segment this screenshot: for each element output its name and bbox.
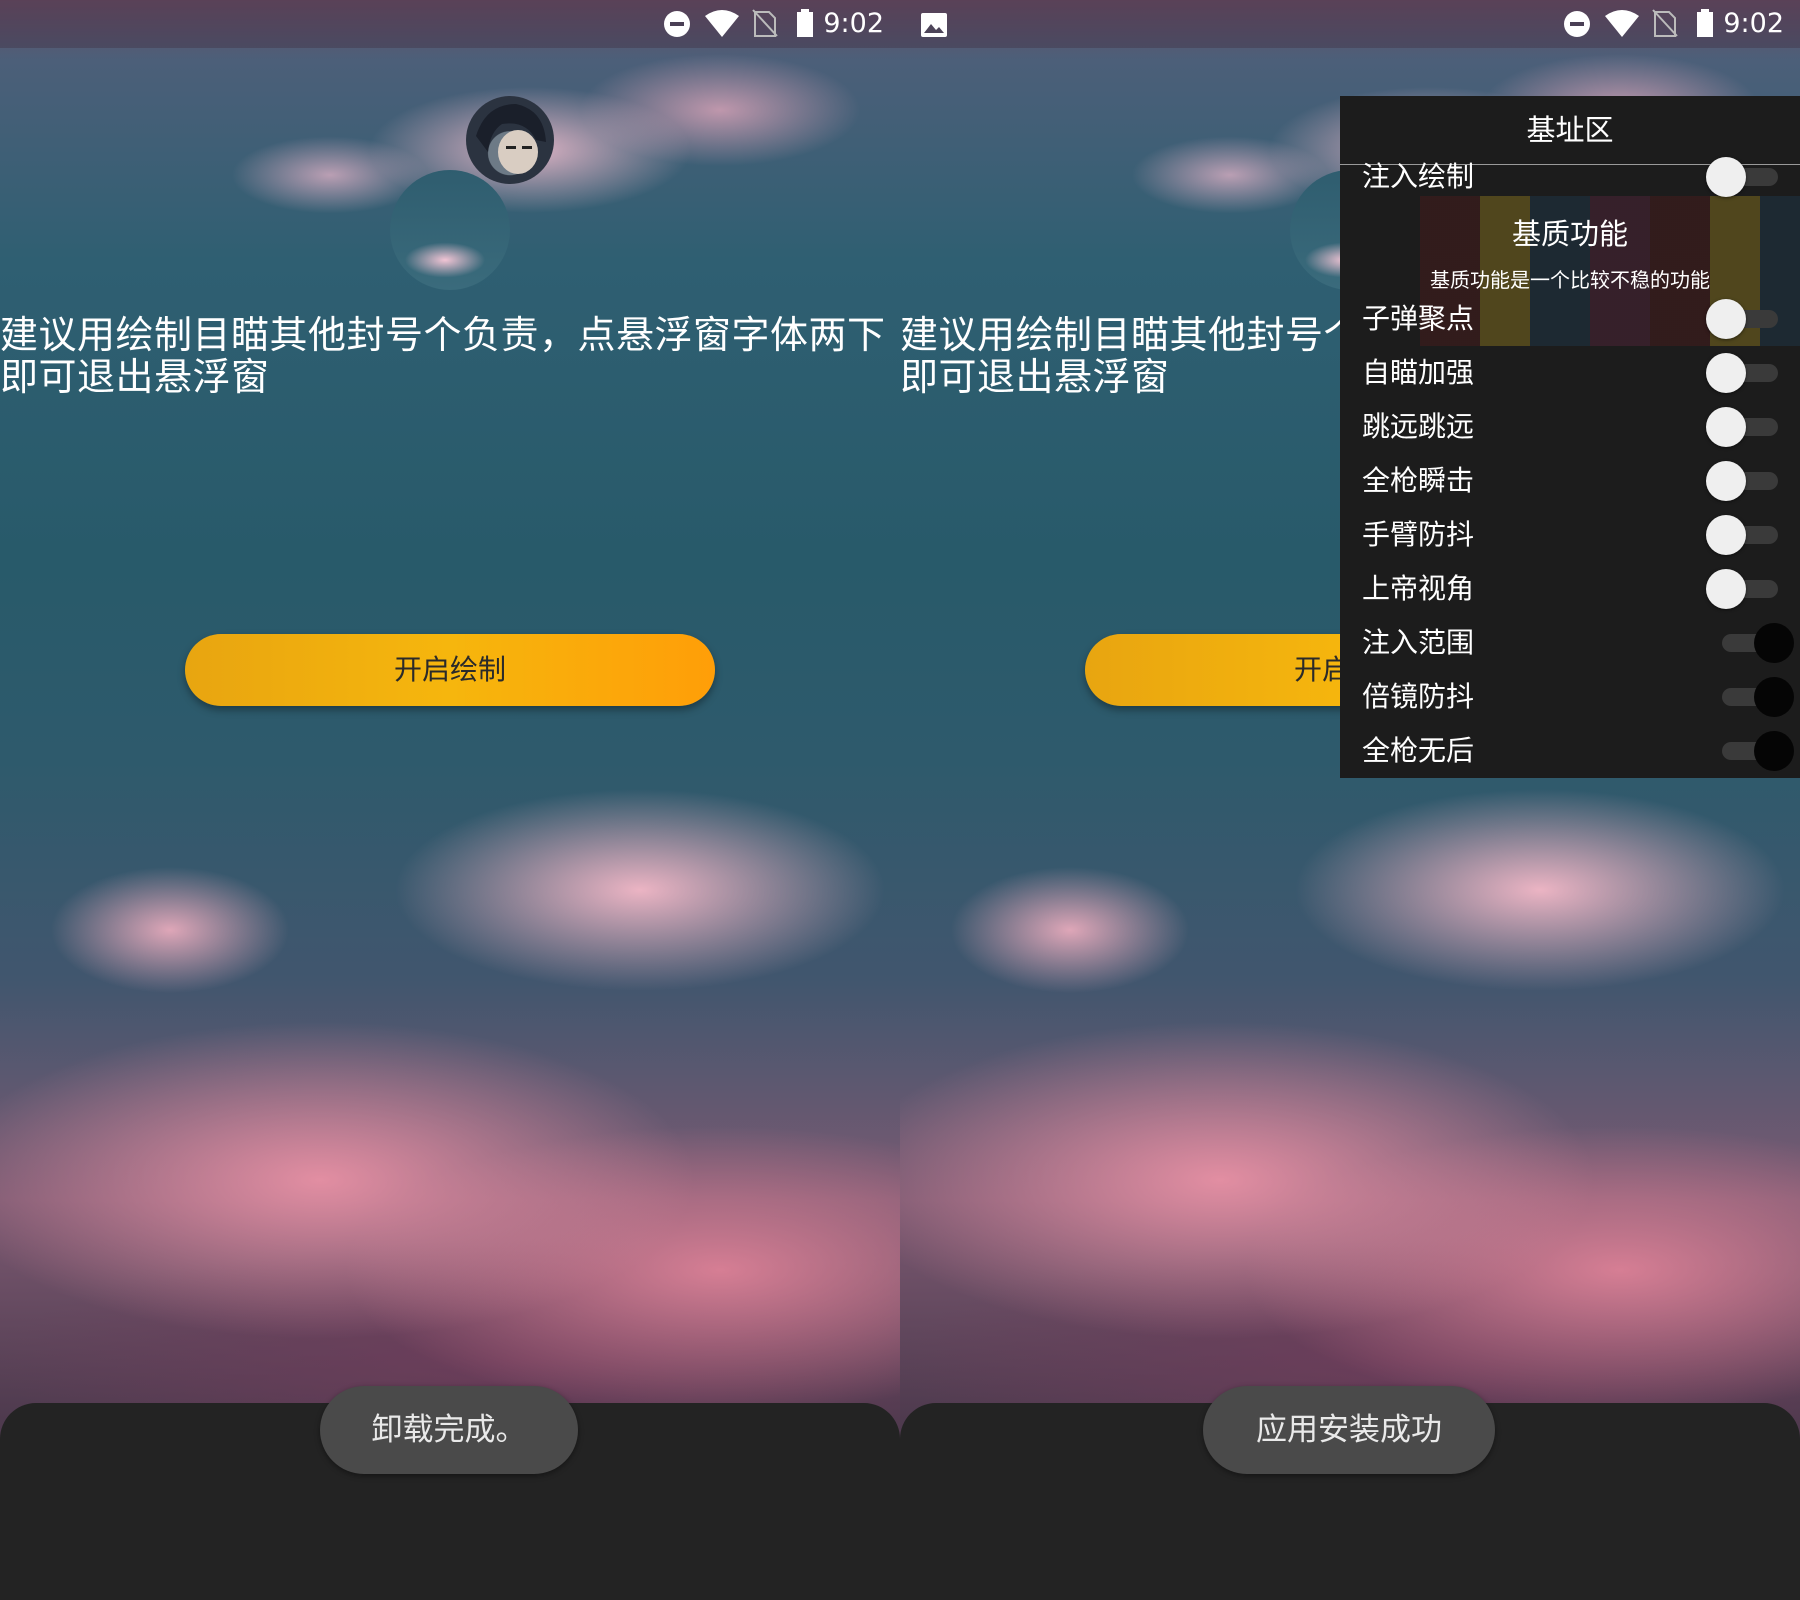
right-phone-screen: 9:02 建议用绘制目瞄其他封号个负责，点悬浮窗字体两下即可退出悬浮窗 开启绘制… bbox=[900, 0, 1800, 1600]
status-bar: 9:02 bbox=[900, 0, 1800, 48]
wifi-icon bbox=[1605, 10, 1639, 37]
no-sim-icon bbox=[752, 9, 778, 37]
status-bar: 9:02 bbox=[0, 0, 900, 48]
instruction-text: 建议用绘制目瞄其他封号个负责，点悬浮窗字体两下即可退出悬浮窗 bbox=[0, 314, 886, 394]
toggle-switch[interactable] bbox=[1706, 353, 1788, 393]
toggle-switch[interactable] bbox=[1706, 515, 1788, 555]
menu-item[interactable]: 全枪无后 bbox=[1340, 724, 1800, 778]
clock: 9:02 bbox=[1723, 8, 1784, 39]
gallery-icon bbox=[921, 13, 947, 37]
avatar-icon bbox=[476, 104, 546, 174]
menu-item[interactable]: 倍镜防抖 bbox=[1340, 670, 1800, 724]
toggle-switch[interactable] bbox=[1706, 461, 1788, 501]
menu-item-label: 自瞄加强 bbox=[1362, 356, 1475, 389]
battery-icon bbox=[797, 9, 813, 37]
menu-item-label: 跳远跳远 bbox=[1362, 410, 1475, 443]
no-sim-icon bbox=[1652, 9, 1678, 37]
start-drawing-button[interactable]: 开启绘制 bbox=[185, 634, 715, 706]
toggle-switch[interactable] bbox=[1706, 407, 1788, 447]
section-title: 基质功能 bbox=[1511, 217, 1628, 251]
do-not-disturb-icon bbox=[1564, 11, 1590, 37]
toggle-switch[interactable] bbox=[1706, 157, 1788, 197]
menu-item-label: 子弹聚点 bbox=[1362, 302, 1475, 335]
menu-item[interactable]: 全枪瞬击 bbox=[1340, 454, 1800, 508]
menu-item-label: 倍镜防抖 bbox=[1362, 680, 1475, 713]
menu-item-label: 注入范围 bbox=[1362, 626, 1475, 659]
menu-item-label: 注入绘制 bbox=[1362, 160, 1475, 193]
toast-message: 应用安装成功 bbox=[1203, 1386, 1495, 1474]
menu-item[interactable]: 手臂防抖 bbox=[1340, 508, 1800, 562]
toggle-switch[interactable] bbox=[1712, 677, 1794, 717]
menu-item[interactable]: 自瞄加强 bbox=[1340, 346, 1800, 400]
avatar[interactable] bbox=[466, 96, 554, 184]
toast-message: 卸载完成。 bbox=[320, 1386, 578, 1474]
toggle-switch[interactable] bbox=[1712, 731, 1794, 771]
floating-menu: 基址区 注入绘制 基质功能 基质功能是一个比较不稳的功能 子弹聚点 自瞄加强 跳远跳… bbox=[1340, 96, 1800, 778]
floating-window-icon[interactable] bbox=[390, 170, 510, 290]
clock: 9:02 bbox=[823, 8, 884, 39]
menu-item-label: 手臂防抖 bbox=[1362, 518, 1475, 551]
toggle-switch[interactable] bbox=[1706, 569, 1788, 609]
menu-item[interactable]: 上帝视角 bbox=[1340, 562, 1800, 616]
menu-item-label: 全枪瞬击 bbox=[1362, 464, 1475, 497]
menu-item-label: 上帝视角 bbox=[1362, 572, 1475, 605]
left-phone-screen: 9:02 建议用绘制目瞄其他封号个负责，点悬浮窗字体两下即可退出悬浮窗 开启绘制… bbox=[0, 0, 900, 1600]
battery-icon bbox=[1697, 9, 1713, 37]
menu-item[interactable]: 子弹聚点 bbox=[1340, 292, 1800, 346]
do-not-disturb-icon bbox=[664, 11, 690, 37]
menu-item[interactable]: 注入范围 bbox=[1340, 616, 1800, 670]
menu-item-inject-draw[interactable]: 注入绘制 bbox=[1340, 150, 1800, 204]
toggle-switch[interactable] bbox=[1706, 299, 1788, 339]
menu-item[interactable]: 跳远跳远 bbox=[1340, 400, 1800, 454]
menu-item-label: 全枪无后 bbox=[1362, 734, 1475, 767]
toggle-switch[interactable] bbox=[1712, 623, 1794, 663]
section-subtitle: 基质功能是一个比较不稳的功能 bbox=[1430, 268, 1710, 292]
wifi-icon bbox=[705, 10, 739, 37]
